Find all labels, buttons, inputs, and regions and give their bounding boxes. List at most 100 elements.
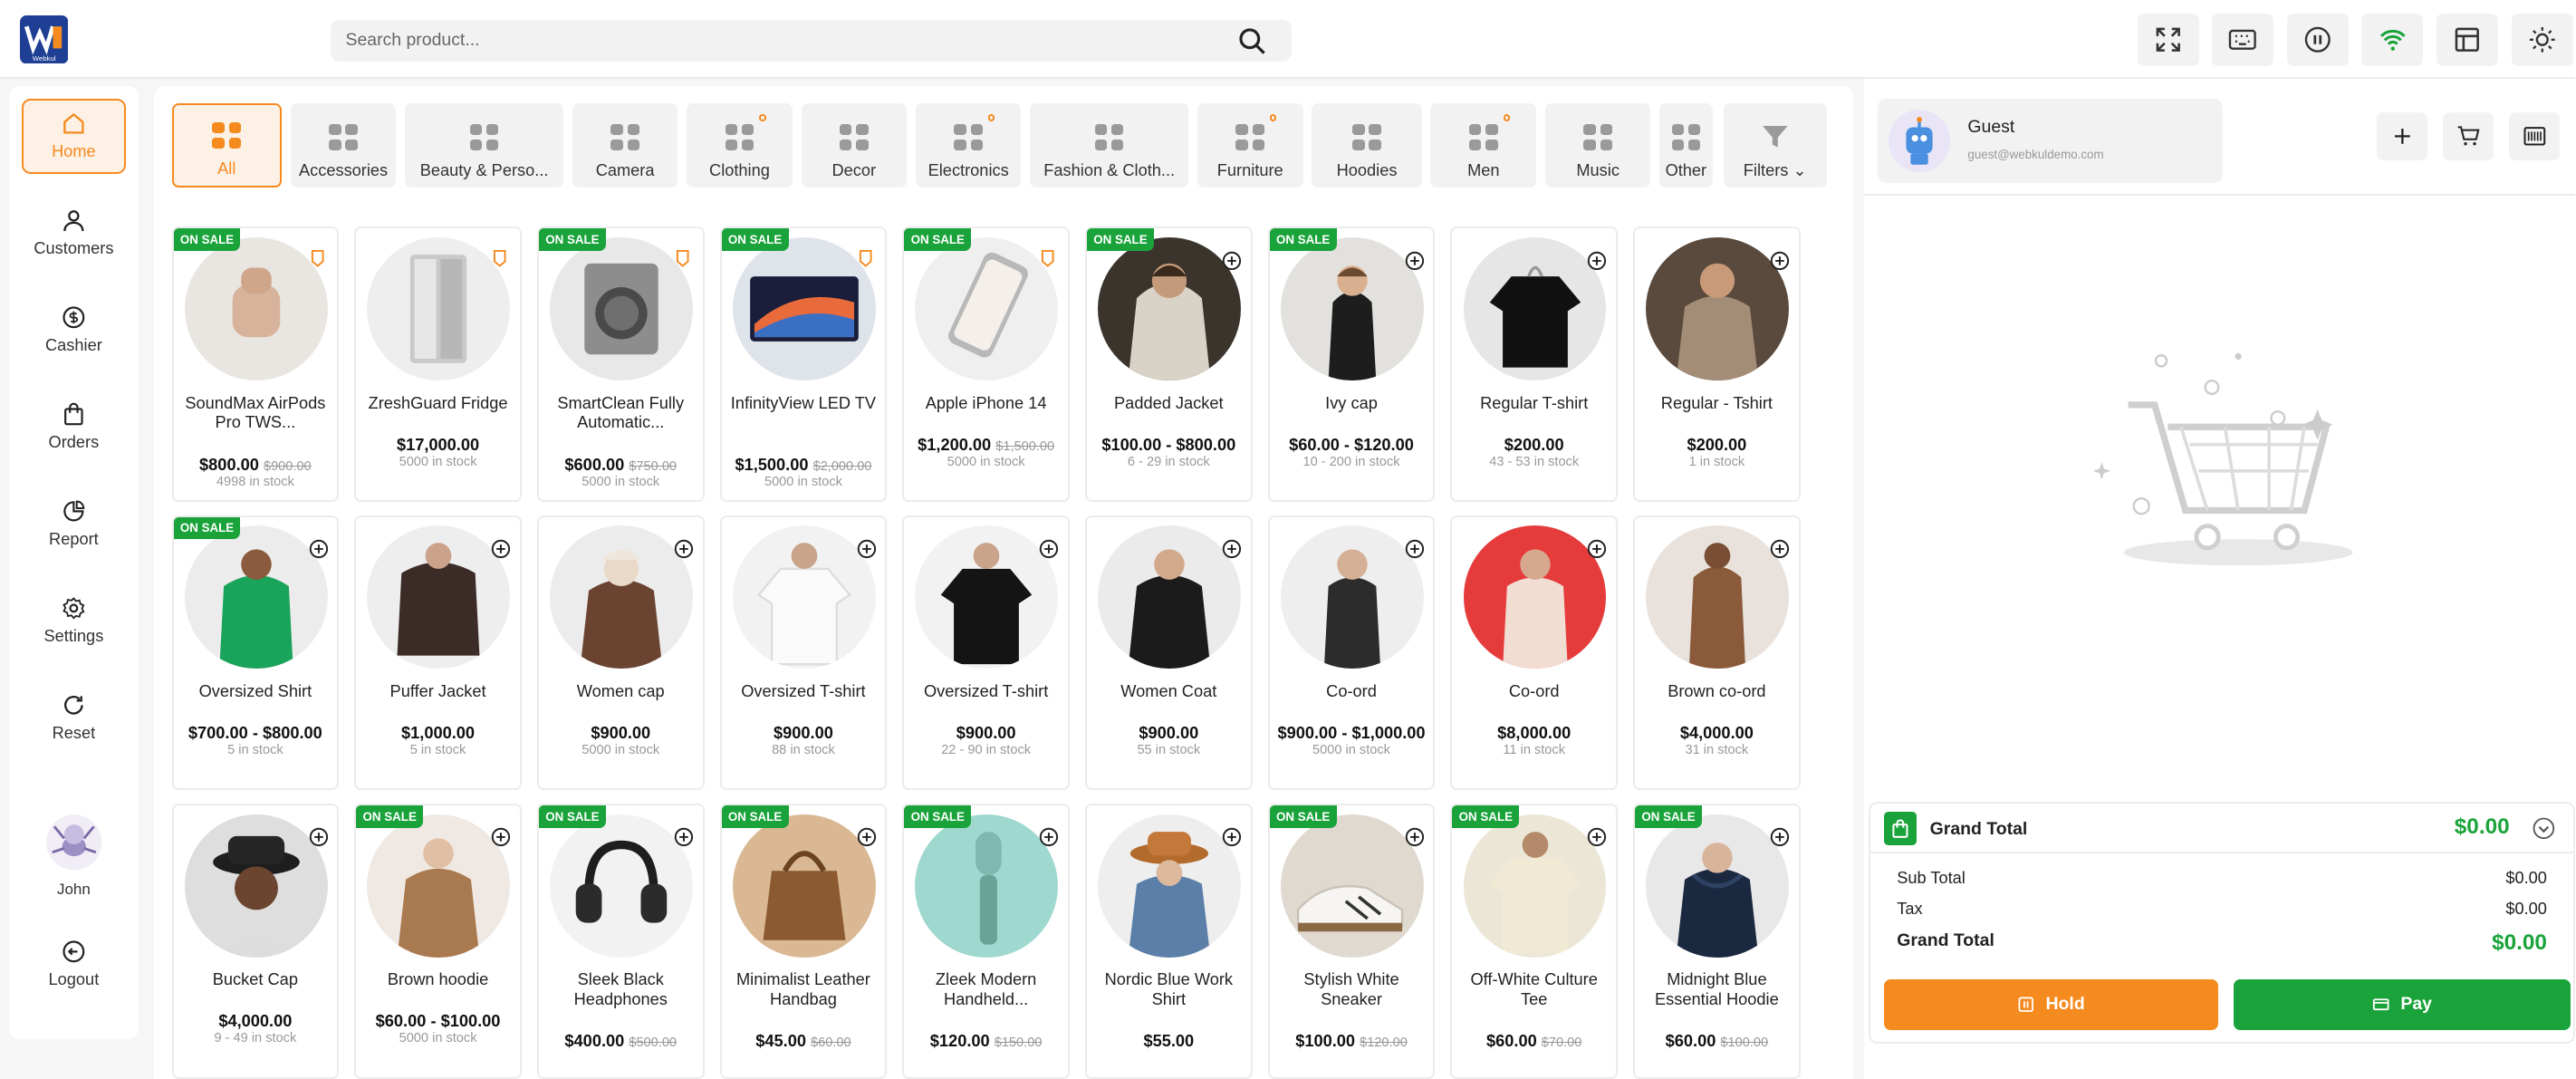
- wifi-button[interactable]: [2361, 13, 2424, 66]
- bookmark-icon[interactable]: [1039, 237, 1056, 267]
- category-tab[interactable]: Camera: [572, 103, 678, 188]
- sidebar-item-reset[interactable]: Reset: [22, 680, 125, 756]
- add-variant-icon[interactable]: [1039, 528, 1059, 558]
- category-tab[interactable]: Music: [1544, 103, 1651, 188]
- product-card[interactable]: Regular - Tshirt $200.00 1 in stock: [1633, 226, 1801, 503]
- category-tab[interactable]: Other: [1659, 103, 1713, 188]
- add-variant-icon[interactable]: [1587, 816, 1607, 847]
- add-variant-icon[interactable]: [309, 816, 329, 847]
- category-tab[interactable]: Electronics: [915, 103, 1022, 188]
- product-card[interactable]: Oversized T-shirt $900.00 88 in stock: [719, 515, 888, 791]
- product-card[interactable]: ON SALE Ivy cap $60.00 - $120.00 10 - 200 i…: [1267, 226, 1436, 503]
- category-tab[interactable]: Fashion & Cloth...: [1030, 103, 1189, 188]
- add-variant-icon[interactable]: [674, 816, 694, 847]
- logout-button[interactable]: Logout: [22, 927, 125, 1002]
- add-variant-icon[interactable]: [1222, 816, 1242, 847]
- product-image: [915, 237, 1059, 381]
- filters-button[interactable]: Filters ⌄: [1723, 103, 1827, 188]
- product-card[interactable]: Regular T-shirt $200.00 43 - 53 in stock: [1450, 226, 1619, 503]
- product-card[interactable]: Women Coat $900.00 55 in stock: [1084, 515, 1253, 791]
- category-tab[interactable]: Men: [1430, 103, 1537, 188]
- bookmark-icon[interactable]: [857, 237, 874, 267]
- add-variant-icon[interactable]: [1405, 239, 1425, 270]
- bookmark-icon[interactable]: [674, 237, 691, 267]
- pay-button[interactable]: Pay: [2234, 978, 2571, 1030]
- product-card[interactable]: ON SALE Off-White Culture Tee $60.00 $70.0…: [1450, 803, 1619, 1079]
- add-variant-icon[interactable]: [857, 528, 877, 558]
- product-card[interactable]: ON SALE SmartClean Fully Automatic... $600…: [536, 226, 705, 503]
- user-profile[interactable]: John: [22, 813, 125, 905]
- add-variant-icon[interactable]: [1405, 528, 1425, 558]
- search-icon[interactable]: [1237, 26, 1266, 55]
- product-price: $8,000.00: [1497, 724, 1572, 743]
- sidebar-item-report[interactable]: Report: [22, 487, 125, 562]
- sidebar-item-home[interactable]: Home: [22, 99, 126, 174]
- product-card[interactable]: ON SALE Apple iPhone 14 $1,200.00 $1,500.0…: [902, 226, 1070, 503]
- customer-selector[interactable]: Guest guest@webkuldemo.com: [1877, 99, 2224, 183]
- category-tab[interactable]: All: [171, 103, 283, 188]
- product-pricing: $900.00 88 in stock: [726, 719, 880, 757]
- product-card[interactable]: Co-ord $8,000.00 11 in stock: [1450, 515, 1619, 791]
- category-tab[interactable]: Beauty & Perso...: [405, 103, 564, 188]
- product-card[interactable]: ON SALE Zleek Modern Handheld... $120.00 $…: [902, 803, 1070, 1079]
- product-card[interactable]: ON SALE Brown hoodie $60.00 - $100.00 5000 …: [354, 803, 522, 1079]
- add-customer-button[interactable]: [2377, 111, 2428, 161]
- theme-toggle-button[interactable]: [2511, 13, 2573, 66]
- add-variant-icon[interactable]: [491, 528, 511, 558]
- keyboard-button[interactable]: [2212, 13, 2274, 66]
- product-name: Stylish White Sneaker: [1303, 970, 1399, 1009]
- product-card[interactable]: Women cap $900.00 5000 in stock: [536, 515, 705, 791]
- category-tab[interactable]: Hoodies: [1312, 103, 1422, 188]
- product-card[interactable]: ON SALE Midnight Blue Essential Hoodie $60…: [1633, 803, 1801, 1079]
- sidebar-item-settings[interactable]: Settings: [22, 583, 125, 659]
- product-card[interactable]: ON SALE InfinityView LED TV $1,500.00 $2,0…: [719, 226, 888, 503]
- product-card[interactable]: ON SALE Padded Jacket $100.00 - $800.00 6 -…: [1084, 226, 1253, 503]
- add-variant-icon[interactable]: [1222, 239, 1242, 270]
- add-variant-icon[interactable]: [1587, 239, 1607, 270]
- product-card[interactable]: Nordic Blue Work Shirt $55.00: [1084, 803, 1253, 1079]
- pause-button[interactable]: [2286, 13, 2349, 66]
- add-variant-icon[interactable]: [1587, 528, 1607, 558]
- product-card[interactable]: ON SALE Minimalist Leather Handbag $45.00 …: [719, 803, 888, 1079]
- product-card[interactable]: ZreshGuard Fridge $17,000.00 5000 in stock: [354, 226, 522, 503]
- add-variant-icon[interactable]: [1770, 528, 1790, 558]
- product-card[interactable]: Brown co-ord $4,000.00 31 in stock: [1633, 515, 1801, 791]
- add-variant-icon[interactable]: [1222, 528, 1242, 558]
- category-tab[interactable]: Clothing: [687, 103, 793, 188]
- product-card[interactable]: ON SALE Sleek Black Headphones $400.00 $50…: [536, 803, 705, 1079]
- search-input[interactable]: Search product...: [330, 19, 1293, 63]
- product-card[interactable]: Oversized T-shirt $900.00 22 - 90 in stock: [902, 515, 1070, 791]
- sidebar-item-customers[interactable]: Customers: [22, 196, 125, 271]
- add-variant-icon[interactable]: [1405, 816, 1425, 847]
- category-tab[interactable]: Accessories: [290, 103, 397, 188]
- barcode-button[interactable]: [2509, 111, 2561, 161]
- product-card[interactable]: Bucket Cap $4,000.00 9 - 49 in stock: [171, 803, 340, 1079]
- product-name: Off-White Culture Tee: [1470, 970, 1598, 1009]
- product-card[interactable]: ON SALE Oversized Shirt $700.00 - $800.00 5…: [171, 515, 340, 791]
- sidebar-item-cashier[interactable]: Cashier: [22, 293, 125, 368]
- layout-button[interactable]: [2437, 13, 2499, 66]
- category-tab[interactable]: Decor: [801, 103, 908, 188]
- category-tab[interactable]: Furniture: [1197, 103, 1303, 188]
- add-variant-icon[interactable]: [1039, 816, 1059, 847]
- chevron-down-icon[interactable]: [2532, 816, 2556, 841]
- add-variant-icon[interactable]: [1770, 239, 1790, 270]
- add-variant-icon[interactable]: [1770, 816, 1790, 847]
- product-card[interactable]: Co-ord $900.00 - $1,000.00 5000 in stock: [1267, 515, 1436, 791]
- product-pricing: $1,500.00 $2,000.00 5000 in stock: [726, 451, 880, 489]
- add-variant-icon[interactable]: [674, 528, 694, 558]
- webkul-logo[interactable]: Webkul: [19, 15, 69, 64]
- bookmark-icon[interactable]: [491, 237, 508, 267]
- add-variant-icon[interactable]: [309, 528, 329, 558]
- fullscreen-button[interactable]: [2137, 13, 2199, 66]
- bookmark-icon[interactable]: [309, 237, 326, 267]
- add-variant-icon[interactable]: [491, 816, 511, 847]
- product-card[interactable]: ON SALE Stylish White Sneaker $100.00 $120…: [1267, 803, 1436, 1079]
- grand-total-header[interactable]: Grand Total $0.00: [1870, 804, 2574, 854]
- sidebar-item-orders[interactable]: Orders: [22, 390, 125, 465]
- add-variant-icon[interactable]: [857, 816, 877, 847]
- hold-button[interactable]: Hold: [1883, 978, 2218, 1030]
- cart-button[interactable]: [2443, 111, 2494, 161]
- product-card[interactable]: Puffer Jacket $1,000.00 5 in stock: [354, 515, 522, 791]
- product-card[interactable]: ON SALE SoundMax AirPods Pro TWS... $800.0…: [171, 226, 340, 503]
